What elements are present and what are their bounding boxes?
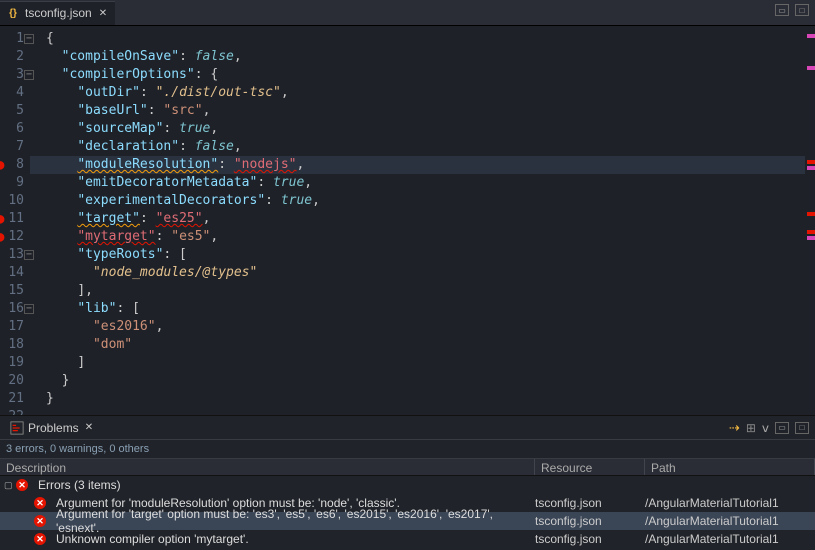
problem-row[interactable]: ✕Argument for 'target' option must be: '… (0, 512, 815, 530)
problem-row[interactable]: ✕Unknown compiler option 'mytarget'.tsco… (0, 530, 815, 548)
code-editor[interactable]: 12345678910111213141516171819202122 { "c… (0, 26, 815, 415)
problems-panel: Problems ✕ ⇢ ⊞ ⅴ ▭ □ 3 errors, 0 warning… (0, 415, 815, 550)
problems-summary: 3 errors, 0 warnings, 0 others (0, 440, 815, 458)
problems-header: Description Resource Path (0, 458, 815, 476)
overview-ruler (805, 26, 815, 415)
code-area[interactable]: { "compileOnSave": false, "compilerOptio… (30, 26, 805, 415)
line-number-gutter: 12345678910111213141516171819202122 (0, 26, 30, 415)
col-path[interactable]: Path (645, 459, 815, 475)
panel-tab-bar: Problems ✕ ⇢ ⊞ ⅴ ▭ □ (0, 416, 815, 440)
editor-tab-bar: {} tsconfig.json ✕ ▭ □ (0, 0, 815, 26)
close-icon[interactable]: ✕ (85, 422, 93, 433)
minimize-icon[interactable]: ▭ (775, 4, 789, 16)
view-menu-icon[interactable]: ⅴ (762, 421, 769, 435)
tab-problems[interactable]: Problems ✕ (4, 417, 99, 439)
link-icon[interactable]: ⇢ (729, 420, 740, 436)
maximize-icon[interactable]: □ (795, 422, 809, 434)
json-file-icon: {} (6, 6, 20, 20)
col-description[interactable]: Description (0, 459, 535, 475)
problems-list: ▢✕Errors (3 items)✕Argument for 'moduleR… (0, 476, 815, 548)
error-group[interactable]: ▢✕Errors (3 items) (0, 476, 815, 494)
editor-tab[interactable]: {} tsconfig.json ✕ (0, 1, 115, 25)
maximize-icon[interactable]: □ (795, 4, 809, 16)
focus-icon[interactable]: ⊞ (746, 421, 756, 435)
col-resource[interactable]: Resource (535, 459, 645, 475)
tab-title: tsconfig.json (25, 6, 92, 20)
minimize-icon[interactable]: ▭ (775, 422, 789, 434)
problems-tab-label: Problems (28, 421, 79, 435)
problems-icon (10, 421, 24, 435)
close-icon[interactable]: ✕ (99, 8, 107, 19)
